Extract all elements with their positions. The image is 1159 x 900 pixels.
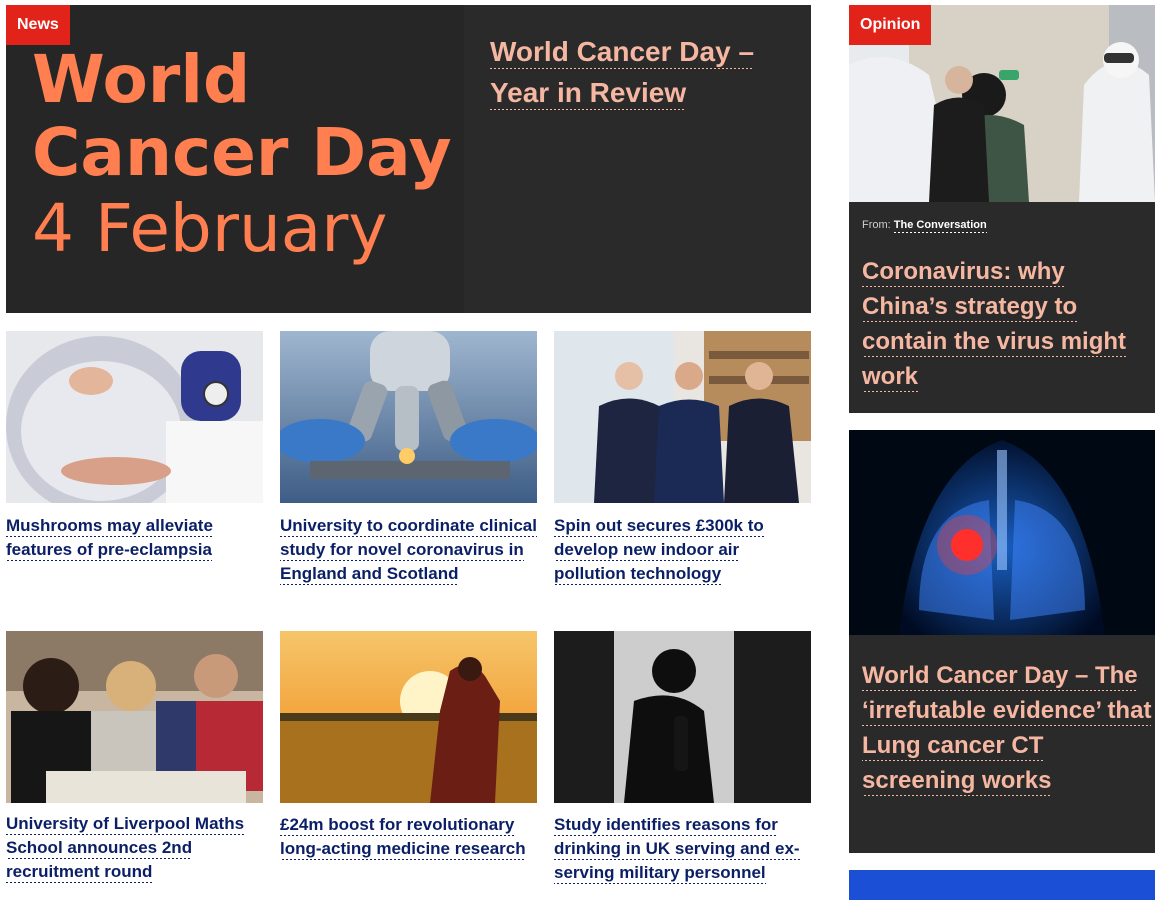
microscope-photo [280, 331, 537, 503]
source-link[interactable]: The Conversation [893, 219, 987, 233]
card-image-pregnancy[interactable] [6, 331, 263, 503]
card-image-microscope[interactable] [280, 331, 537, 503]
opinion-title[interactable]: Coronavirus: why China’s strategy to con… [862, 254, 1152, 394]
news-badge: News [6, 5, 70, 45]
card-title-maths-school[interactable]: University of Liverpool Maths School ann… [6, 812, 263, 884]
card-image-spinout[interactable] [554, 331, 811, 503]
opinion-title-text[interactable]: Coronavirus: why China’s strategy to con… [862, 258, 1127, 392]
card-title-medicine[interactable]: £24m boost for revolutionary long-acting… [280, 813, 537, 861]
next-sidebar-card[interactable] [849, 870, 1155, 900]
card-link-maths-school[interactable]: University of Liverpool Maths School ann… [6, 814, 245, 883]
lung-xray-image [849, 430, 1155, 635]
card-image-drinking[interactable] [554, 631, 811, 803]
hero-title[interactable]: World Cancer Day – Year in Review [490, 31, 790, 113]
card-link-drinking[interactable]: Study identifies reasons for drinking in… [554, 815, 800, 884]
hero-title-text[interactable]: World Cancer Day – Year in Review [490, 36, 755, 110]
hero-art-text: World Cancer Day 4 February [32, 45, 452, 267]
card-link-coronavirus-study[interactable]: University to coordinate clinical study … [280, 516, 537, 585]
card-title-spinout[interactable]: Spin out secures £300k to develop new in… [554, 514, 811, 586]
lung-title[interactable]: World Cancer Day – The ‘irrefutable evid… [862, 658, 1152, 798]
sunset-photo [280, 631, 537, 803]
card-image-medicine[interactable] [280, 631, 537, 803]
card-title-coronavirus-study[interactable]: University to coordinate clinical study … [280, 514, 537, 586]
card-image-maths-school[interactable] [6, 631, 263, 803]
card-link-mushrooms[interactable]: Mushrooms may alleviate features of pre-… [6, 516, 213, 561]
opinion-badge: Opinion [849, 5, 932, 45]
card-link-medicine[interactable]: £24m boost for revolutionary long-acting… [280, 815, 526, 860]
opinion-source: From: The Conversation [862, 219, 987, 233]
spinout-photo [554, 331, 811, 503]
opinion-card[interactable]: From: The Conversation Coronavirus: why … [849, 5, 1155, 413]
lung-title-text[interactable]: World Cancer Day – The ‘irrefutable evid… [862, 662, 1152, 796]
from-label: From: [862, 219, 891, 231]
students-photo [6, 631, 263, 803]
hero-card[interactable]: World Cancer Day 4 February World Cancer… [6, 5, 811, 313]
hero-art-line2: Cancer Day [32, 114, 452, 191]
hero-art-line3: 4 February [32, 190, 388, 267]
hero-art-line1: World [32, 41, 251, 118]
card-title-drinking[interactable]: Study identifies reasons for drinking in… [554, 813, 811, 885]
silhouette-photo [554, 631, 811, 803]
card-title-mushrooms[interactable]: Mushrooms may alleviate features of pre-… [6, 514, 263, 562]
card-link-spinout[interactable]: Spin out secures £300k to develop new in… [554, 516, 764, 585]
lung-card[interactable]: World Cancer Day – The ‘irrefutable evid… [849, 430, 1155, 853]
pregnancy-photo [6, 331, 263, 503]
